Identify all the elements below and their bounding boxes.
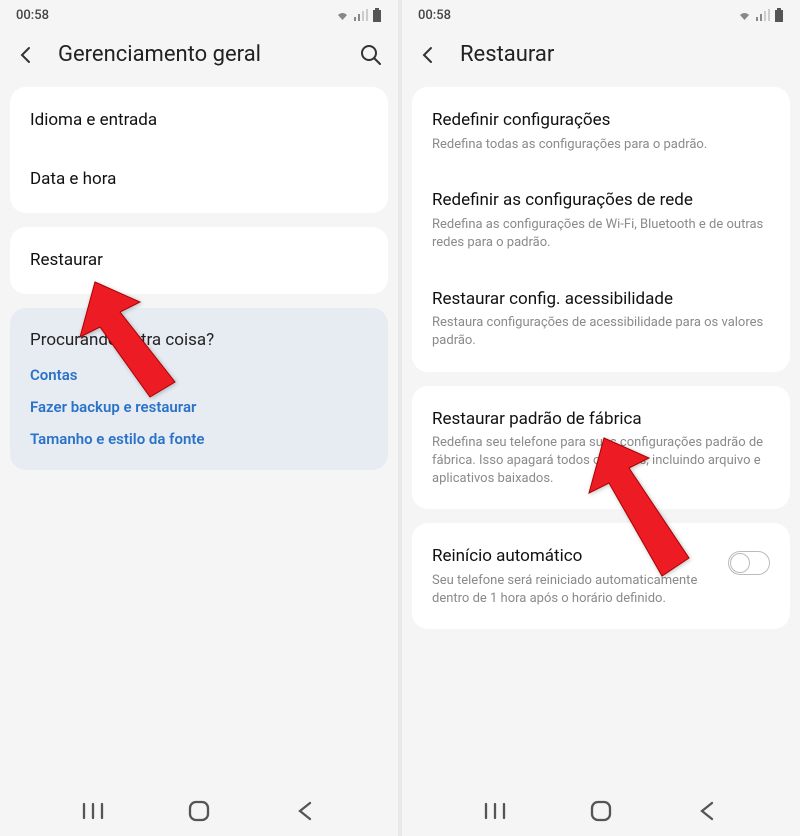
reset-group-2: Restaurar padrão de fábrica Redefina seu… [412,386,790,510]
row-date-time[interactable]: Data e hora [10,150,388,209]
nav-back[interactable] [285,801,325,821]
content-area: Redefinir configurações Redefina todas a… [402,87,800,786]
status-icons [737,8,784,22]
nav-bar [0,786,398,836]
row-title: Idioma e entrada [30,109,368,132]
back-icon[interactable] [418,45,438,65]
row-reset-accessibility[interactable]: Restaurar config. acessibilidade Restaur… [412,270,790,368]
status-bar: 00:58 [0,0,398,30]
settings-group-2: Restaurar [10,227,388,294]
row-reset-settings[interactable]: Redefinir configurações Redefina todas a… [412,91,790,171]
reset-group-1: Redefinir configurações Redefina todas a… [412,87,790,372]
nav-back[interactable] [687,801,727,821]
nav-bar [402,786,800,836]
row-subtitle: Redefina seu telefone para suas configur… [432,434,770,487]
row-subtitle: Restaura configurações de acessibilidade… [432,314,770,349]
row-title: Redefinir configurações [432,109,770,132]
discover-link-font[interactable]: Tamanho e estilo da fonte [30,430,368,448]
toggle-auto-restart[interactable] [728,551,770,575]
content-area: Idioma e entrada Data e hora Restaurar P… [0,87,398,786]
reset-group-3: Reinício automático Seu telefone será re… [412,523,790,629]
settings-group-1: Idioma e entrada Data e hora [10,87,388,213]
row-title: Redefinir as configurações de rede [432,189,770,212]
back-icon[interactable] [16,45,36,65]
page-header: Gerenciamento geral [0,30,398,87]
nav-home[interactable] [179,800,219,822]
row-title: Restaurar [30,249,368,272]
row-subtitle: Redefina as configurações de Wi-Fi, Blue… [432,216,770,251]
status-bar: 00:58 [402,0,800,30]
wifi-icon [737,9,752,21]
row-title: Data e hora [30,168,368,191]
status-icons [335,8,382,22]
wifi-icon [335,9,350,21]
row-title: Restaurar padrão de fábrica [432,408,770,431]
nav-recents[interactable] [73,802,113,820]
nav-recents[interactable] [475,802,515,820]
row-title: Restaurar config. acessibilidade [432,288,770,311]
phone-left: 00:58 Gerenciamento geral Idioma e entra… [0,0,398,836]
row-subtitle: Seu telefone será reiniciado automaticam… [432,572,716,607]
row-auto-restart[interactable]: Reinício automático Seu telefone será re… [412,527,790,625]
row-subtitle: Redefina todas as configurações para o p… [432,136,770,154]
discover-link-backup[interactable]: Fazer backup e restaurar [30,398,368,416]
row-title: Reinício automático [432,545,716,568]
row-language-input[interactable]: Idioma e entrada [10,91,388,150]
signal-icon [756,9,770,21]
phone-right: 00:58 Restaurar Redefinir configurações … [402,0,800,836]
status-time: 00:58 [418,8,451,23]
page-title: Gerenciamento geral [58,42,338,67]
status-time: 00:58 [16,8,49,23]
battery-icon [774,8,784,22]
row-restore[interactable]: Restaurar [10,231,388,290]
page-title: Restaurar [460,42,784,67]
page-header: Restaurar [402,30,800,87]
search-icon[interactable] [360,44,382,66]
row-factory-reset[interactable]: Restaurar padrão de fábrica Redefina seu… [412,390,790,506]
discover-panel: Procurando outra coisa? Contas Fazer bac… [10,308,388,470]
row-reset-network[interactable]: Redefinir as configurações de rede Redef… [412,171,790,269]
discover-link-accounts[interactable]: Contas [30,366,368,384]
battery-icon [372,8,382,22]
nav-home[interactable] [581,800,621,822]
signal-icon [354,9,368,21]
discover-title: Procurando outra coisa? [30,330,368,350]
